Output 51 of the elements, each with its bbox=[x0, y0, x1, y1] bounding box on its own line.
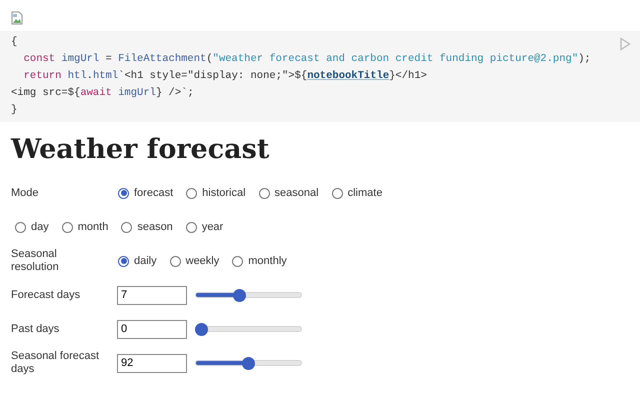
radio-option[interactable]: season bbox=[121, 221, 173, 233]
option-label: day bbox=[31, 221, 49, 233]
option-label: forecast bbox=[134, 187, 174, 199]
option-label: season bbox=[137, 221, 173, 233]
radio-option[interactable]: seasonal bbox=[258, 187, 319, 199]
radio-button[interactable] bbox=[118, 188, 129, 198]
radio-option[interactable]: forecast bbox=[118, 187, 174, 199]
code-line: const imgUrl = FileAttachment("weather forecast and carbon credit funding picture@2.png"); bbox=[22, 52, 591, 67]
radio-option[interactable]: monthly bbox=[232, 255, 287, 267]
radio-option[interactable]: day bbox=[15, 221, 49, 233]
radio-button[interactable] bbox=[62, 222, 73, 232]
page-title: Weather forecast bbox=[11, 134, 270, 165]
field-label: Past days bbox=[11, 322, 60, 336]
radio-option[interactable]: climate bbox=[332, 187, 382, 199]
radio-option[interactable]: historical bbox=[186, 187, 246, 199]
radio-option[interactable]: daily bbox=[118, 255, 157, 267]
field-label: Seasonal resolution bbox=[11, 248, 60, 274]
radio-button[interactable] bbox=[118, 256, 129, 266]
number-input[interactable]: 92 bbox=[117, 354, 187, 372]
slider[interactable] bbox=[195, 356, 302, 370]
option-label: seasonal bbox=[274, 187, 319, 199]
radio-button[interactable] bbox=[170, 256, 181, 266]
option-label: month bbox=[78, 221, 108, 233]
slider[interactable] bbox=[195, 322, 302, 336]
field-label: Forecast days bbox=[11, 288, 82, 302]
number-input[interactable]: 0 bbox=[117, 320, 187, 338]
option-label: historical bbox=[202, 187, 246, 199]
option-label: year bbox=[202, 221, 224, 233]
broken-image-icon bbox=[11, 11, 23, 25]
field-label: Mode bbox=[11, 186, 40, 200]
code-line: } bbox=[11, 103, 18, 118]
radio-option[interactable]: weekly bbox=[170, 255, 220, 267]
code-line: return htl.html`<h1 style="display: none;">${notebookTitle}</h1> bbox=[22, 69, 427, 84]
option-label: weekly bbox=[186, 255, 220, 267]
number-input[interactable]: 7 bbox=[117, 286, 187, 304]
slider[interactable] bbox=[195, 288, 302, 302]
radio-button[interactable] bbox=[121, 222, 132, 232]
radio-option[interactable]: year bbox=[186, 221, 224, 233]
option-label: monthly bbox=[248, 255, 287, 267]
field-label: Seasonal forecast days bbox=[11, 350, 100, 376]
option-label: daily bbox=[134, 255, 157, 267]
code-line: <img src=${await imgUrl} />`; bbox=[11, 86, 194, 101]
option-label: climate bbox=[348, 187, 382, 199]
radio-button[interactable] bbox=[186, 188, 198, 198]
radio-button[interactable] bbox=[232, 256, 244, 266]
radio-button[interactable] bbox=[258, 188, 270, 198]
radio-button[interactable] bbox=[186, 222, 197, 232]
radio-button[interactable] bbox=[15, 222, 26, 232]
radio-option[interactable]: month bbox=[62, 221, 108, 233]
code-line: { bbox=[11, 35, 18, 50]
radio-button[interactable] bbox=[332, 188, 343, 198]
